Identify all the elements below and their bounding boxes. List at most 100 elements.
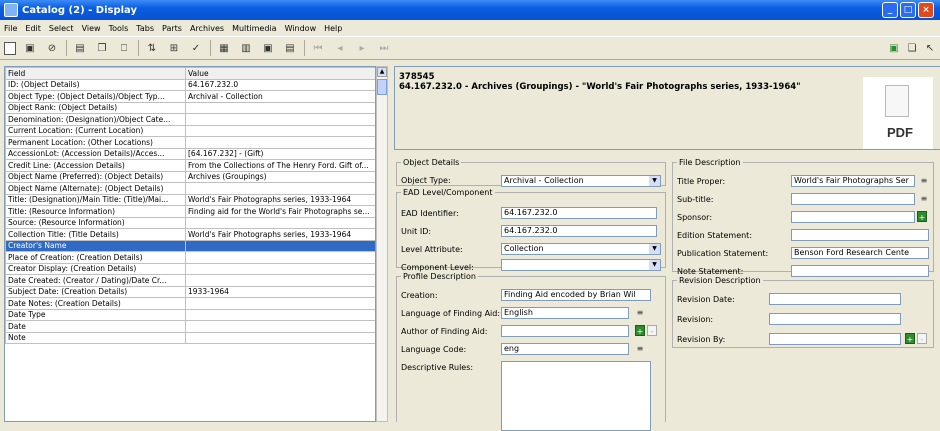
field-cell[interactable]: Permanent Location: (Other Locations) (5, 136, 186, 149)
menu-select[interactable]: Select (49, 24, 74, 33)
menu-multimedia[interactable]: Multimedia (232, 24, 276, 33)
table-row[interactable]: ID: (Object Details) 64.167.232.0 (5, 78, 375, 91)
value-cell[interactable] (185, 308, 375, 321)
report-view-icon[interactable]: ▤ (282, 40, 298, 56)
menu-tools[interactable]: Tools (109, 24, 129, 33)
value-cell[interactable]: 64.167.232.0 (185, 78, 375, 91)
revision-by-field[interactable] (769, 333, 901, 345)
table-row[interactable]: Subject Date: (Creation Details) 1933-196… (5, 285, 375, 298)
column-header-value[interactable]: Value (185, 67, 375, 80)
value-cell[interactable]: 1933-1964 (185, 285, 375, 298)
field-cell[interactable]: Note (5, 331, 186, 344)
publication-statement-field[interactable]: Benson Ford Research Cente (791, 247, 929, 259)
value-cell[interactable] (185, 113, 375, 126)
copy-record-icon[interactable]: ❐ (94, 40, 110, 56)
minimize-button[interactable]: _ (882, 2, 898, 18)
new-icon[interactable] (4, 41, 16, 55)
value-cell[interactable]: Archives (Groupings) (185, 170, 375, 183)
menu-edit[interactable]: Edit (25, 24, 41, 33)
descriptive-rules-field[interactable] (501, 361, 651, 431)
last-record-icon[interactable]: ⏭ (376, 40, 392, 56)
table-row[interactable]: Title: (Designation)/Main Title: (Title)… (5, 193, 375, 206)
language-code-field[interactable]: eng (501, 343, 629, 355)
value-cell[interactable] (185, 239, 375, 252)
chevron-down-icon[interactable]: ▼ (649, 244, 660, 254)
table-row[interactable]: Denomination: (Designation)/Object Cate.… (5, 113, 375, 126)
field-cell[interactable]: ID: (Object Details) (5, 78, 186, 91)
delete-record-icon[interactable]: ⎕ (116, 40, 132, 56)
first-record-icon[interactable]: ⏮ (310, 40, 326, 56)
stop-icon[interactable]: ⊘ (44, 40, 60, 56)
table-row[interactable]: Date Notes: (Creation Details) (5, 297, 375, 310)
menu-window[interactable]: Window (285, 24, 317, 33)
value-cell[interactable] (185, 320, 375, 333)
component-level-select[interactable]: ▼ (501, 259, 661, 271)
ead-identifier-field[interactable]: 64.167.232.0 (501, 207, 657, 219)
value-cell[interactable]: World's Fair Photographs series, 1933-19… (185, 228, 375, 241)
field-cell[interactable]: Date Created: (Creator / Dating)/Date Cr… (5, 274, 186, 287)
field-cell[interactable]: Title: (Resource Information) (5, 205, 186, 218)
value-cell[interactable]: Archival - Collection (185, 90, 375, 103)
table-row[interactable]: Date Created: (Creator / Dating)/Date Cr… (5, 274, 375, 287)
sub-title-field[interactable] (791, 193, 915, 205)
value-cell[interactable] (185, 262, 375, 275)
menu-tabs[interactable]: Tabs (136, 24, 154, 33)
value-cell[interactable] (185, 124, 375, 137)
revision-date-field[interactable] (769, 293, 901, 305)
table-row[interactable]: Object Type: (Object Details)/Object Typ… (5, 90, 375, 103)
field-cell[interactable]: Creator Display: (Creation Details) (5, 262, 186, 275)
add-link-icon[interactable]: + (635, 325, 645, 336)
grid-view-icon[interactable]: ▦ (216, 40, 232, 56)
query-icon[interactable]: ⊞ (166, 40, 182, 56)
value-cell[interactable] (185, 136, 375, 149)
title-proper-field[interactable]: World's Fair Photographs Ser (791, 175, 915, 187)
lookup-list-icon[interactable]: ≡ (635, 307, 645, 318)
object-type-select[interactable]: Archival - Collection ▼ (501, 175, 661, 187)
unit-id-field[interactable]: 64.167.232.0 (501, 225, 657, 237)
table-row[interactable]: Source: (Resource Information) (5, 216, 375, 229)
field-cell[interactable]: Collection Title: (Title Details) (5, 228, 186, 241)
value-cell[interactable] (185, 331, 375, 344)
record-icon[interactable]: ▤ (72, 40, 88, 56)
value-cell[interactable] (185, 182, 375, 195)
creation-field[interactable]: Finding Aid encoded by Brian Wil (501, 289, 651, 301)
value-cell[interactable] (185, 297, 375, 310)
sort-icon[interactable]: ⇅ (144, 40, 160, 56)
list-view-icon[interactable]: ▥ (238, 40, 254, 56)
menu-help[interactable]: Help (324, 24, 342, 33)
field-cell[interactable]: Place of Creation: (Creation Details) (5, 251, 186, 264)
help-pointer-icon[interactable]: ↖ (922, 40, 938, 56)
maximize-button[interactable]: □ (900, 2, 916, 18)
selected-table-row[interactable]: Creator's Name (5, 239, 375, 252)
field-cell[interactable]: Date Notes: (Creation Details) (5, 297, 186, 310)
level-attribute-select[interactable]: Collection ▼ (501, 243, 661, 255)
field-cell[interactable]: Current Location: (Current Location) (5, 124, 186, 137)
field-cell[interactable]: Date Type (5, 308, 186, 321)
table-row[interactable]: Object Rank: (Object Details) (5, 101, 375, 114)
table-row[interactable]: Date Type (5, 308, 375, 321)
value-cell[interactable]: [64.167.232] - (Gift) (185, 147, 375, 160)
table-row[interactable]: Place of Creation: (Creation Details) (5, 251, 375, 264)
field-cell[interactable]: Source: (Resource Information) (5, 216, 186, 229)
field-cell[interactable]: Creator's Name (5, 239, 186, 252)
add-link-icon[interactable]: + (917, 211, 927, 222)
chevron-down-icon[interactable]: ▼ (649, 260, 660, 270)
revision-field[interactable] (769, 313, 901, 325)
menu-archives[interactable]: Archives (190, 24, 224, 33)
value-cell[interactable] (185, 101, 375, 114)
field-cell[interactable]: Denomination: (Designation)/Object Cate.… (5, 113, 186, 126)
document-icon[interactable]: ❏ (904, 40, 920, 56)
next-record-icon[interactable]: ▸ (354, 40, 370, 56)
value-cell[interactable]: From the Collections of The Henry Ford. … (185, 159, 375, 172)
table-row[interactable]: Credit Line: (Accession Details) From the… (5, 159, 375, 172)
value-cell[interactable]: Finding aid for the World's Fair Photogr… (185, 205, 375, 218)
sponsor-field[interactable] (791, 211, 915, 223)
scroll-thumb[interactable] (377, 79, 387, 95)
pdf-thumbnail[interactable]: PDF (863, 77, 933, 149)
table-row[interactable]: Object Name (Alternate): (Object Details… (5, 182, 375, 195)
remove-link-icon[interactable]: - (917, 333, 927, 344)
field-cell[interactable]: Subject Date: (Creation Details) (5, 285, 186, 298)
grid-scrollbar[interactable]: ▲ (376, 66, 388, 422)
table-row[interactable]: Object Name (Preferred): (Object Details… (5, 170, 375, 183)
chevron-down-icon[interactable]: ▼ (649, 176, 660, 186)
